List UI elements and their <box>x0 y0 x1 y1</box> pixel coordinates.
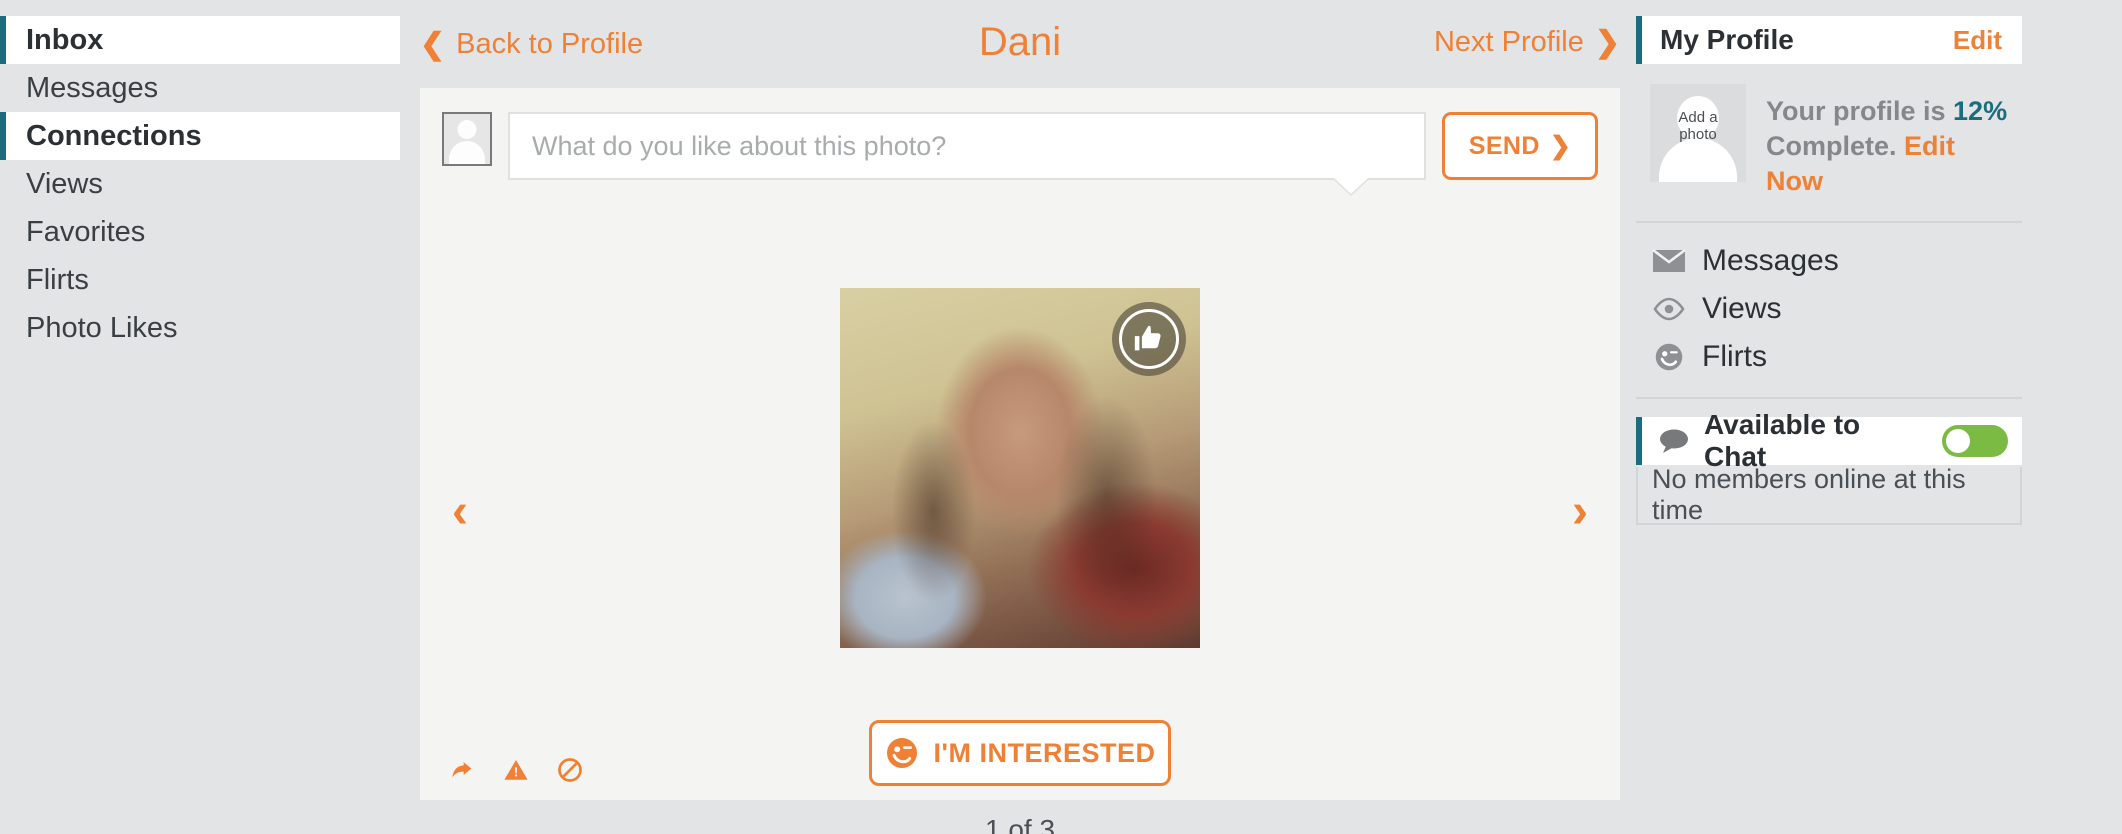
sidebar-item-views[interactable]: Views <box>0 160 400 208</box>
sidebar-link-views[interactable]: Views <box>1652 285 2022 333</box>
sidebar-item-flirts[interactable]: Flirts <box>0 256 400 304</box>
add-photo-caption: Add a photo <box>1650 109 1746 144</box>
right-sidebar: My Profile Edit Add a photo Your profile… <box>1636 16 2022 526</box>
send-button-label: SEND <box>1468 131 1540 160</box>
user-avatar-icon <box>442 112 492 166</box>
sidebar-item-label: Connections <box>26 119 202 152</box>
sidebar-item-label: Views <box>26 167 103 200</box>
wink-smiley-icon <box>886 737 917 769</box>
chevron-right-icon: ❯ <box>1594 25 1620 59</box>
eye-icon <box>1653 297 1685 321</box>
block-icon[interactable] <box>556 756 584 784</box>
photo-action-icons <box>448 756 584 784</box>
sidebar-link-label: Messages <box>1702 244 1839 278</box>
my-profile-title: My Profile <box>1660 24 1794 55</box>
available-to-chat-header: Available to Chat <box>1636 409 2022 472</box>
sidebar-link-messages[interactable]: Messages <box>1652 237 2022 285</box>
add-photo-line1: Add a <box>1678 109 1718 126</box>
sidebar-link-flirts[interactable]: Flirts <box>1652 333 2022 381</box>
completion-prefix: Your profile is <box>1766 96 1954 126</box>
completion-percent: 12% <box>1953 96 2008 126</box>
chevron-right-icon: ❯ <box>1549 132 1572 160</box>
next-profile-label: Next Profile <box>1433 26 1584 58</box>
available-to-chat-toggle[interactable] <box>1942 425 2008 458</box>
sidebar-link-label: Views <box>1702 292 1782 326</box>
sidebar-link-label: Flirts <box>1702 340 1767 374</box>
share-icon[interactable] <box>448 756 476 784</box>
sidebar-item-label: Photo Likes <box>26 311 178 344</box>
left-sidebar-nav: Inbox Messages Connections Views Favorit… <box>0 16 400 352</box>
sidebar-item-label: Flirts <box>26 263 89 296</box>
profile-completion-text: Your profile is 12% Complete. Edit Now <box>1766 84 2010 199</box>
dating-profile-photo-page: Inbox Messages Connections Views Favorit… <box>0 0 2122 834</box>
photo-counter: 1 of 3 <box>984 814 1056 834</box>
add-photo-line2: photo <box>1679 125 1717 143</box>
im-interested-label: I'M INTERESTED <box>933 737 1156 768</box>
im-interested-button[interactable]: I'M INTERESTED <box>869 720 1171 786</box>
comment-input[interactable] <box>532 130 1402 162</box>
chat-empty-message: No members online at this time <box>1636 464 2022 526</box>
avatar-body <box>1659 138 1737 182</box>
report-warning-icon[interactable] <box>502 756 530 784</box>
toggle-knob <box>1944 427 1972 456</box>
speech-bubble-icon <box>1660 429 1688 454</box>
profile-photo-container <box>840 288 1200 648</box>
bubble-tail <box>1334 178 1368 194</box>
add-photo-avatar[interactable]: Add a photo <box>1650 84 1746 182</box>
sidebar-item-label: Messages <box>26 71 159 104</box>
send-button[interactable]: SEND ❯ <box>1442 112 1598 180</box>
next-profile-link[interactable]: Next Profile ❯ <box>1434 26 1620 59</box>
sidebar-item-favorites[interactable]: Favorites <box>0 208 400 256</box>
thumbs-up-icon[interactable] <box>1112 302 1186 376</box>
my-profile-header: My Profile Edit <box>1636 16 2022 64</box>
right-sidebar-links: Messages Views Flirts <box>1636 223 2022 400</box>
completion-middle: Complete. <box>1766 131 1905 162</box>
sidebar-item-connections[interactable]: Connections <box>0 112 400 160</box>
sidebar-item-photo-likes[interactable]: Photo Likes <box>0 304 400 352</box>
photo-content-panel: SEND ❯ ‹ › I'M INTERESTED 1 o <box>420 88 1620 834</box>
sidebar-item-label: Inbox <box>26 23 104 56</box>
envelope-icon <box>1652 249 1686 273</box>
sidebar-item-inbox[interactable]: Inbox <box>0 16 400 64</box>
comment-input-bubble[interactable] <box>508 112 1426 194</box>
sidebar-item-messages[interactable]: Messages <box>0 64 400 112</box>
sidebar-item-label: Favorites <box>26 215 146 248</box>
profile-completion-box: Add a photo Your profile is 12% Complete… <box>1636 64 2022 224</box>
previous-photo-arrow[interactable]: ‹ <box>452 488 468 536</box>
edit-profile-link[interactable]: Edit <box>1953 25 2002 56</box>
comment-composer: SEND ❯ <box>442 112 1598 194</box>
wink-smiley-icon <box>1655 344 1683 371</box>
profile-header: ❮ Back to Profile Dani Next Profile ❯ <box>420 8 1620 84</box>
next-photo-arrow[interactable]: › <box>1572 488 1588 536</box>
